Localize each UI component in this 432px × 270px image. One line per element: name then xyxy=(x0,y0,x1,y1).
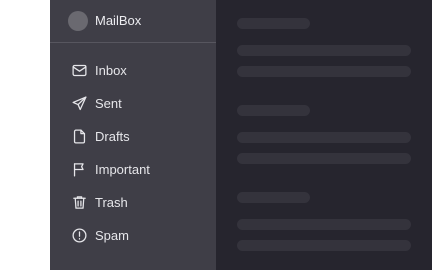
mail-icon xyxy=(71,62,88,79)
brand-header: MailBox xyxy=(50,0,216,43)
skeleton-heading xyxy=(237,192,310,203)
avatar[interactable] xyxy=(68,11,88,31)
sidebar-item-important[interactable]: Important xyxy=(50,153,216,186)
sidebar-item-label: Trash xyxy=(95,195,128,210)
document-icon xyxy=(71,128,88,145)
send-icon xyxy=(71,95,88,112)
sidebar-item-drafts[interactable]: Drafts xyxy=(50,120,216,153)
skeleton-line xyxy=(237,132,411,143)
skeleton-heading xyxy=(237,18,310,29)
sidebar-item-label: Inbox xyxy=(95,63,127,78)
left-margin xyxy=(0,0,50,270)
skeleton-line xyxy=(237,153,411,164)
skeleton-heading xyxy=(237,105,310,116)
sidebar-item-sent[interactable]: Sent xyxy=(50,87,216,120)
sidebar-item-trash[interactable]: Trash xyxy=(50,186,216,219)
flag-icon xyxy=(71,161,88,178)
trash-icon xyxy=(71,194,88,211)
sidebar-nav: Inbox Sent Drafts Important Trash Spam xyxy=(50,54,216,252)
sidebar-item-spam[interactable]: Spam xyxy=(50,219,216,252)
sidebar-item-label: Spam xyxy=(95,228,129,243)
skeleton-line xyxy=(237,219,411,230)
alert-circle-icon xyxy=(71,227,88,244)
app-name: MailBox xyxy=(95,13,142,28)
skeleton-line xyxy=(237,45,411,56)
message-pane xyxy=(216,0,432,270)
skeleton-line xyxy=(237,240,411,251)
skeleton-line xyxy=(237,66,411,77)
sidebar-item-label: Drafts xyxy=(95,129,130,144)
sidebar: MailBox Inbox Sent Drafts Important Tras… xyxy=(50,0,216,270)
app-window: MailBox Inbox Sent Drafts Important Tras… xyxy=(0,0,432,270)
sidebar-item-inbox[interactable]: Inbox xyxy=(50,54,216,87)
sidebar-item-label: Sent xyxy=(95,96,122,111)
sidebar-item-label: Important xyxy=(95,162,150,177)
